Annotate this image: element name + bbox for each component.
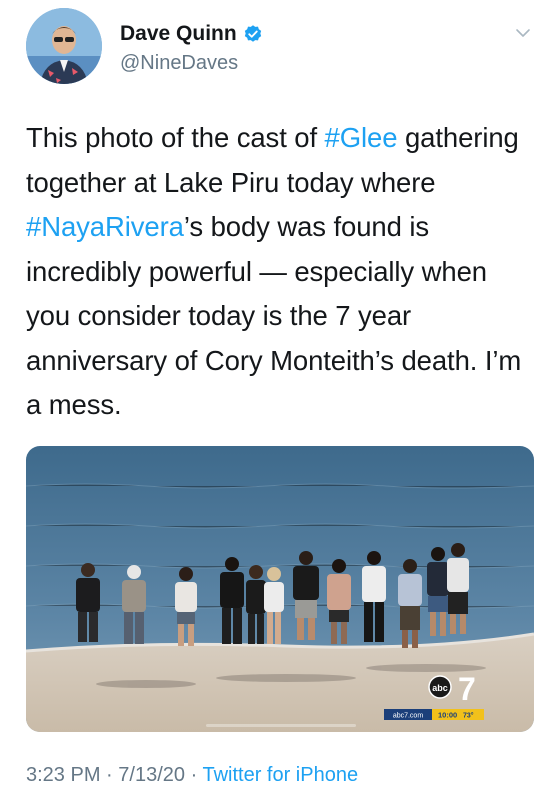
display-name[interactable]: Dave Quinn [120, 22, 237, 46]
meta-separator: · [106, 764, 113, 786]
handle: @NineDaves [120, 52, 239, 74]
tweet-date[interactable]: 7/13/20 [118, 764, 185, 786]
tweet-source-link[interactable]: Twitter for iPhone [202, 764, 358, 786]
verified-badge-icon [244, 25, 261, 42]
user-avatar-photo-icon [26, 8, 102, 84]
chevron-down-icon[interactable] [514, 24, 532, 42]
tweet-text-segment: This photo of the cast of [26, 122, 325, 153]
channel-number-text: 7 [458, 671, 476, 707]
tweet-photo[interactable]: abc 7 abc7.com 10:00 73° [26, 446, 534, 732]
channel-logo-text: abc [432, 683, 448, 693]
tweet-meta: 3:23 PM · 7/13/20 · Twitter for iPhone [26, 764, 358, 787]
hashtag-link[interactable]: #NayaRivera [26, 211, 184, 242]
author-info[interactable]: Dave Quinn @NineDaves [120, 22, 263, 75]
hashtag-link[interactable]: #Glee [325, 122, 398, 153]
avatar[interactable] [26, 8, 102, 84]
site-text: abc7.com [393, 713, 424, 720]
temperature-text: 73° [463, 712, 474, 720]
tweet-text: This photo of the cast of #Glee gatherin… [26, 116, 536, 428]
tweet-text-segment: ’s body was found is incredibly powerful… [26, 211, 522, 420]
tweet-time[interactable]: 3:23 PM [26, 764, 100, 786]
cast-photo-image: abc 7 abc7.com 10:00 73° [26, 446, 534, 732]
broadcast-time-text: 10:00 [438, 711, 457, 720]
meta-separator: · [190, 764, 198, 786]
tweet-header: Dave Quinn @NineDaves [26, 8, 536, 88]
